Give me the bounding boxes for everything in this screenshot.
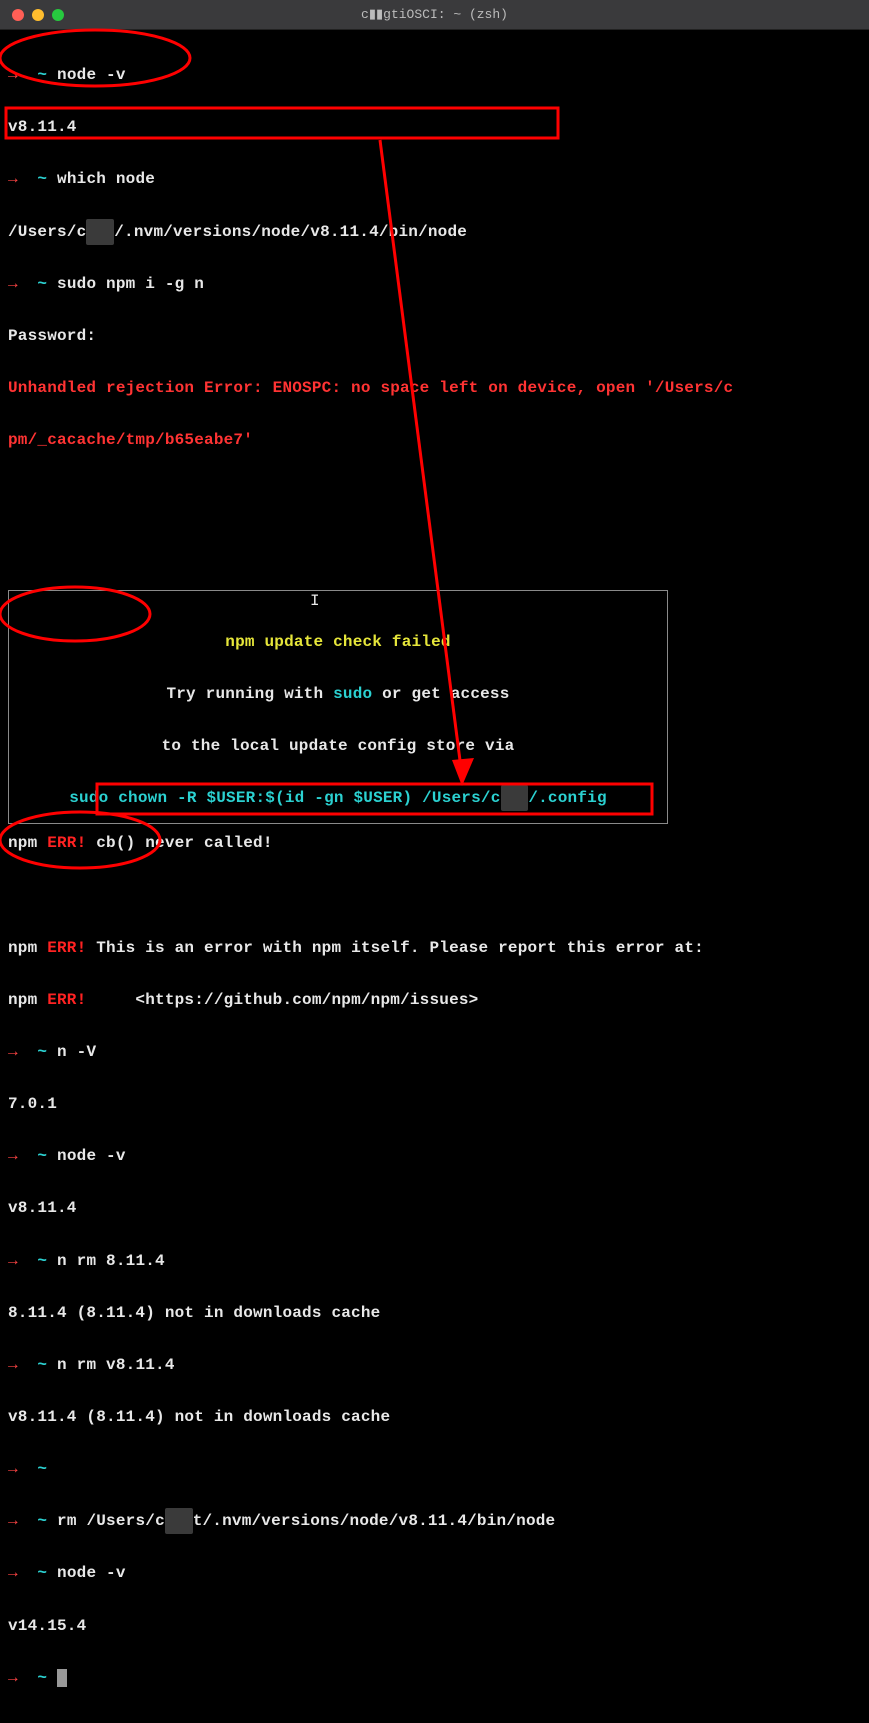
terminal-line: → ~ node -v (8, 1143, 861, 1169)
terminal-line: v8.11.4 (8, 1195, 861, 1221)
command-text: sudo npm i -g n (57, 275, 204, 293)
close-button[interactable] (12, 9, 24, 21)
command-text: n rm 8.11.4 (57, 1252, 165, 1270)
minimize-button[interactable] (32, 9, 44, 21)
prompt-tilde: ~ (37, 1043, 47, 1061)
output-text: cb() never called! (86, 834, 272, 852)
err-label: ERR! (37, 991, 86, 1009)
output-text: v8.11.4 (8, 118, 77, 136)
terminal-line: → ~ which node (8, 166, 861, 192)
prompt-tilde: ~ (37, 1252, 47, 1270)
traffic-lights (0, 9, 64, 21)
blank-line (8, 479, 861, 505)
notice-text: Try running with (166, 685, 333, 703)
prompt-tilde: ~ (37, 1147, 47, 1165)
terminal-line: /Users/c▮▮t/.nvm/versions/node/v8.11.4/b… (8, 219, 861, 245)
terminal-line: → ~ sudo npm i -g n (8, 271, 861, 297)
prompt-arrow: → (8, 275, 18, 293)
terminal-content[interactable]: → ~ node -v v8.11.4 → ~ which node /User… (0, 30, 869, 1723)
terminal-line: → ~ node -v (8, 1560, 861, 1586)
window-title: c▮▮gtiOSCI: ~ (zsh) (0, 7, 869, 22)
terminal-line: pm/_cacache/tmp/b65eabe7' (8, 427, 861, 453)
command-text: node -v (57, 66, 126, 84)
terminal-line: → ~ rm /Users/c▮▮tt/.nvm/versions/node/v… (8, 1508, 861, 1534)
output-text: /.nvm/versions/node/v8.11.4/bin/node (114, 223, 467, 241)
terminal-line: → ~ n -V (8, 1039, 861, 1065)
terminal-line: npm ERR! <https://github.com/npm/npm/iss… (8, 987, 861, 1013)
terminal-line: npm ERR! cb() never called! (8, 830, 861, 856)
terminal-line: → ~ (8, 1456, 861, 1482)
prompt-tilde: ~ (37, 275, 47, 293)
command-text: rm (57, 1512, 86, 1530)
output-text: v8.11.4 (8.11.4) not in downloads cache (8, 1408, 390, 1426)
terminal-line: 8.11.4 (8.11.4) not in downloads cache (8, 1300, 861, 1326)
blank-line (8, 531, 861, 557)
command-text: which node (57, 170, 155, 188)
redacted-text: ▮▮t (501, 785, 529, 811)
terminal-line: → ~ (8, 1665, 861, 1691)
err-label: ERR! (37, 939, 86, 957)
error-text: pm/_cacache/tmp/b65eabe7' (8, 431, 253, 449)
notice-text: or get access (372, 685, 509, 703)
terminal-line: → ~ n rm v8.11.4 (8, 1352, 861, 1378)
prompt-tilde: ~ (37, 66, 47, 84)
prompt-tilde: ~ (37, 1460, 47, 1478)
titlebar: c▮▮gtiOSCI: ~ (zsh) (0, 0, 869, 30)
notice-command: /.config (528, 789, 606, 807)
cursor (57, 1669, 67, 1687)
notice-sudo: sudo (333, 685, 372, 703)
prompt-arrow: → (8, 1252, 18, 1270)
blank-line (8, 882, 861, 908)
redacted-text: ▮▮t (165, 1508, 193, 1534)
command-text: node -v (57, 1147, 126, 1165)
terminal-line: Unhandled rejection Error: ENOSPC: no sp… (8, 375, 861, 401)
output-text: This is an error with npm itself. Please… (86, 939, 704, 957)
prompt-tilde: ~ (37, 170, 47, 188)
terminal-line: npm ERR! This is an error with npm itsel… (8, 935, 861, 961)
command-text: n -V (57, 1043, 96, 1061)
output-text: <https://github.com/npm/npm/issues> (86, 991, 478, 1009)
prompt-arrow: → (8, 1043, 18, 1061)
npm-notice-box: npm update check failed Try running with… (8, 590, 668, 825)
output-text: v14.15.4 (8, 1617, 86, 1635)
prompt-arrow: → (8, 1147, 18, 1165)
prompt-arrow: → (8, 1669, 18, 1687)
terminal-line: 7.0.1 (8, 1091, 861, 1117)
terminal-line: → ~ node -v (8, 62, 861, 88)
terminal-line: v14.15.4 (8, 1613, 861, 1639)
prompt-arrow: → (8, 1460, 18, 1478)
prompt-tilde: ~ (37, 1512, 47, 1530)
terminal-line: v8.11.4 (8.11.4) not in downloads cache (8, 1404, 861, 1430)
output-text: 8.11.4 (8.11.4) not in downloads cache (8, 1304, 380, 1322)
error-text: Unhandled rejection Error: ENOSPC: no sp… (8, 379, 733, 397)
command-text: /Users/c (86, 1512, 164, 1530)
terminal-line: Password: (8, 323, 861, 349)
npm-label: npm (8, 991, 37, 1009)
prompt-arrow: → (8, 1512, 18, 1530)
notice-command: sudo chown -R $USER:$(id -gn $USER) /Use… (69, 789, 500, 807)
output-text: /Users/c (8, 223, 86, 241)
command-text: n rm v8.11.4 (57, 1356, 175, 1374)
notice-text: to the local update config store via (162, 737, 515, 755)
prompt-tilde: ~ (37, 1564, 47, 1582)
terminal-line: → ~ n rm 8.11.4 (8, 1248, 861, 1274)
prompt-arrow: → (8, 170, 18, 188)
command-text: t/.nvm/versions/node/v8.11.4/bin/node (193, 1512, 556, 1530)
notice-title: npm update check failed (225, 633, 450, 651)
prompt-tilde: ~ (37, 1669, 47, 1687)
output-text: Password: (8, 327, 96, 345)
prompt-arrow: → (8, 1564, 18, 1582)
prompt-arrow: → (8, 66, 18, 84)
err-label: ERR! (37, 834, 86, 852)
output-text: v8.11.4 (8, 1199, 77, 1217)
redacted-text: ▮▮t (86, 219, 114, 245)
prompt-arrow: → (8, 1356, 18, 1374)
command-text: node -v (57, 1564, 126, 1582)
npm-label: npm (8, 834, 37, 852)
output-text: 7.0.1 (8, 1095, 57, 1113)
prompt-tilde: ~ (37, 1356, 47, 1374)
maximize-button[interactable] (52, 9, 64, 21)
terminal-line: v8.11.4 (8, 114, 861, 140)
npm-label: npm (8, 939, 37, 957)
